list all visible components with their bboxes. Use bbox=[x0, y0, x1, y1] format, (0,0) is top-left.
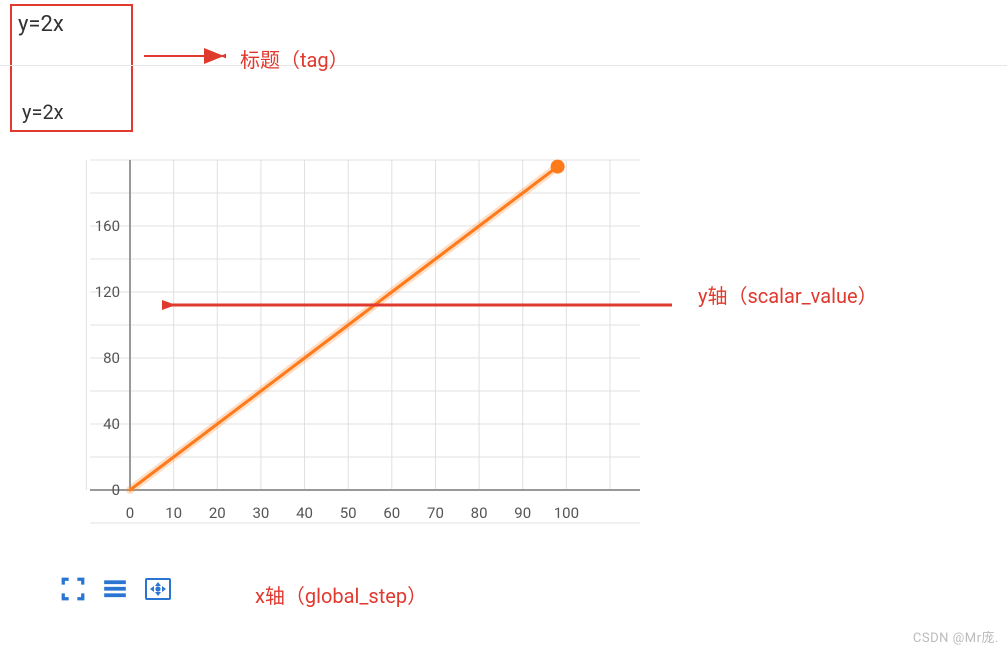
list-icon[interactable] bbox=[102, 576, 128, 602]
annotation-tag: 标题（tag） bbox=[240, 44, 349, 73]
chart-tag-title: y=2x bbox=[18, 12, 64, 37]
annotation-yaxis: y轴（scalar_value） bbox=[698, 280, 878, 309]
x-tick-label: 40 bbox=[290, 504, 320, 522]
x-tick-label: 50 bbox=[333, 504, 363, 522]
x-tick-label: 90 bbox=[508, 504, 538, 522]
fullscreen-icon[interactable] bbox=[60, 576, 86, 602]
x-tick-label: 20 bbox=[202, 504, 232, 522]
y-tick-label: 160 bbox=[82, 217, 120, 235]
x-tick-label: 60 bbox=[377, 504, 407, 522]
fit-to-screen-icon[interactable] bbox=[144, 576, 172, 602]
arrow-to-yaxis bbox=[162, 290, 682, 320]
watermark: CSDN @Mr庞. bbox=[913, 627, 999, 646]
x-tick-label: 30 bbox=[246, 504, 276, 522]
annotation-xaxis: x轴（global_step） bbox=[255, 580, 427, 609]
x-tick-label: 0 bbox=[115, 504, 145, 522]
x-tick-label: 70 bbox=[420, 504, 450, 522]
line-chart bbox=[60, 150, 640, 550]
arrow-to-tag bbox=[140, 42, 226, 70]
y-tick-label: 80 bbox=[82, 349, 120, 367]
y-tick-label: 120 bbox=[82, 283, 120, 301]
chart-subtitle: y=2x bbox=[22, 100, 64, 124]
x-tick-label: 80 bbox=[464, 504, 494, 522]
x-tick-label: 100 bbox=[551, 504, 581, 522]
y-tick-label: 40 bbox=[82, 415, 120, 433]
y-tick-label: 0 bbox=[82, 481, 120, 499]
x-tick-label: 10 bbox=[159, 504, 189, 522]
